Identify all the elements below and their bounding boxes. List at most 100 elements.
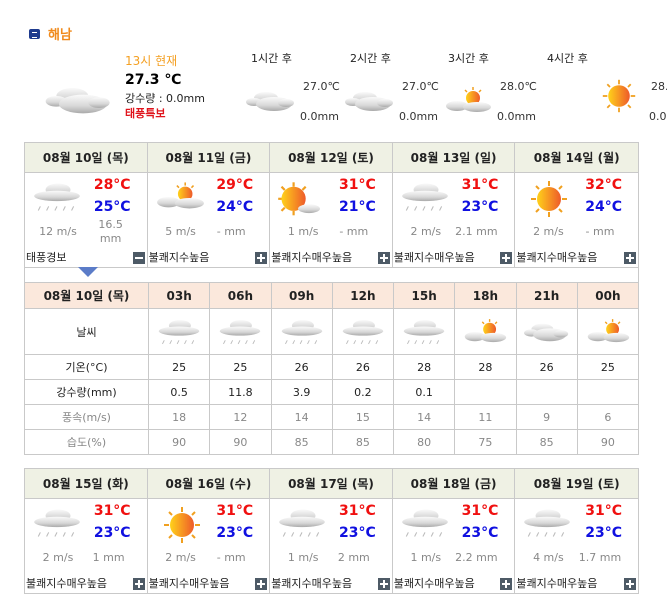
precipitation: - mm [585, 225, 615, 238]
day-date[interactable]: 08월 14일 (월) [515, 143, 638, 173]
expand-plus-icon[interactable] [623, 578, 636, 590]
wind-speed: 2 m/s [42, 551, 74, 564]
sunny-icon [162, 505, 202, 545]
min-temperature: 23°C [339, 525, 376, 541]
max-temperature: 29°C [216, 177, 254, 193]
min-temperature: 23°C [93, 525, 131, 541]
row-label: 습도(%) [24, 429, 149, 455]
day-date[interactable]: 08월 19일 (토) [515, 469, 638, 499]
min-temperature: 25°C [93, 199, 131, 215]
hour-column-header: 15h [392, 282, 456, 309]
wind-speed: 5 m/s [165, 225, 196, 238]
day-date[interactable]: 08월 13일 (일) [392, 143, 515, 173]
max-temperature: 31°C [216, 503, 254, 519]
day-date[interactable]: 08월 17일 (목) [270, 469, 392, 499]
data-cell: 90 [147, 429, 211, 455]
data-row: 기온(°C) 25 25 26 26 28 28 26 25 [24, 354, 640, 380]
data-cell: 14 [270, 404, 333, 430]
row-label: 풍속(m/s) [24, 404, 149, 430]
hour-temperature: 27.0℃ [303, 80, 340, 93]
row-label: 날씨 [24, 308, 149, 355]
partly-cloudy-icon [585, 318, 631, 346]
data-cell: 0.2 [331, 379, 395, 405]
collapse-minus-icon[interactable] [132, 252, 145, 264]
min-temperature: 24°C [585, 199, 622, 215]
day-forecast: 08월 13일 (일) 31°C 23°C 2 m/s 2.1 mm 불쾌지수매… [392, 143, 516, 267]
data-cell: 26 [270, 354, 333, 380]
weather-cell [515, 308, 578, 355]
rain-icon [401, 318, 447, 346]
hourly-header-row: 08월 10일 (목) 03h 06h 09h 12h 15h 18h 21h 00h [24, 282, 640, 309]
rain-icon [521, 507, 573, 539]
data-cell: 85 [515, 429, 578, 455]
max-temperature: 31°C [585, 503, 622, 519]
min-temperature: 24°C [216, 199, 254, 215]
weather-note: 불쾌지수매우높음 [516, 577, 598, 590]
data-cell: 11 [454, 404, 517, 430]
location-name[interactable]: 해남 [48, 24, 72, 43]
max-temperature: 31°C [461, 177, 499, 193]
wind-speed: 2 m/s [533, 225, 564, 238]
rain-icon [156, 318, 202, 346]
day-date[interactable]: 08월 12일 (토) [270, 143, 392, 173]
hour-column-header: 00h [576, 282, 640, 309]
day-date[interactable]: 08월 10일 (목) [25, 143, 147, 173]
expand-plus-icon[interactable] [500, 252, 513, 264]
data-cell: 90 [576, 429, 640, 455]
precipitation: 16.5 mm [98, 218, 123, 245]
weather-note: 불쾌지수매우높음 [516, 251, 598, 264]
weather-note: 불쾌지수높음 [148, 251, 210, 264]
max-temperature: 31°C [93, 503, 131, 519]
expand-plus-icon[interactable] [255, 578, 268, 590]
pointer-down-icon [78, 267, 98, 277]
sunny-icon [529, 179, 569, 219]
expand-plus-icon[interactable] [623, 252, 636, 264]
precipitation: 2.1 mm [455, 225, 498, 238]
expand-plus-icon[interactable] [500, 578, 513, 590]
data-cell: 11.8 [209, 379, 272, 405]
hour-forecast: 3시간 후 28.0℃ 0.0mm [442, 48, 542, 128]
max-temperature: 31°C [339, 503, 376, 519]
day-date[interactable]: 08월 18일 (금) [392, 469, 515, 499]
location-header: 해남 [29, 24, 72, 43]
max-temperature: 31°C [339, 177, 376, 193]
day-date[interactable]: 08월 16일 (수) [147, 469, 270, 499]
partly-cloudy-icon [154, 181, 206, 213]
hour-column-header: 09h [270, 282, 333, 309]
expand-plus-icon[interactable] [132, 578, 145, 590]
typhoon-warning-link[interactable]: 태풍특보 [125, 105, 165, 121]
rain-icon [399, 507, 451, 539]
expand-plus-icon[interactable] [377, 578, 390, 590]
min-temperature: 21°C [339, 199, 376, 215]
day-forecast: 08월 18일 (금) 31°C 23°C 1 m/s 2.2 mm 불쾌지수매… [392, 469, 516, 593]
day-date[interactable]: 08월 15일 (화) [25, 469, 147, 499]
hour-precipitation: 0.0mm [497, 110, 536, 123]
expand-plus-icon[interactable] [377, 252, 390, 264]
hour-temperature: 27.0℃ [402, 80, 439, 93]
weather-row: 날씨 [24, 308, 640, 355]
hour-label: 1시간 후 [251, 52, 292, 65]
arrow-right-box-icon [29, 28, 40, 39]
hour-forecast: 4시간 후 28.0℃ 0.0mm [541, 48, 667, 128]
row-label: 기온(°C) [24, 354, 149, 380]
hour-column-header: 18h [454, 282, 517, 309]
data-cell [576, 379, 640, 405]
weather-cell [331, 308, 395, 355]
rain-icon [276, 507, 328, 539]
hour-label: 4시간 후 [547, 52, 588, 65]
weather-cell [576, 308, 640, 355]
weather-note: 불쾌지수매우높음 [26, 577, 107, 590]
cloudy-icon [245, 86, 297, 116]
data-cell: 25 [576, 354, 640, 380]
data-cell [515, 379, 578, 405]
expand-plus-icon[interactable] [255, 252, 268, 264]
detail-pointer-row [24, 265, 639, 282]
day-date[interactable]: 08월 11일 (금) [147, 143, 270, 173]
data-cell: 0.5 [147, 379, 211, 405]
hour-label: 3시간 후 [448, 52, 489, 65]
weather-note: 불쾌지수매우높음 [271, 251, 353, 264]
data-cell: 90 [209, 429, 272, 455]
weather-note: 불쾌지수매우높음 [148, 577, 230, 590]
sunny-icon [601, 78, 637, 114]
weather-note: 태풍경보 [26, 251, 67, 264]
